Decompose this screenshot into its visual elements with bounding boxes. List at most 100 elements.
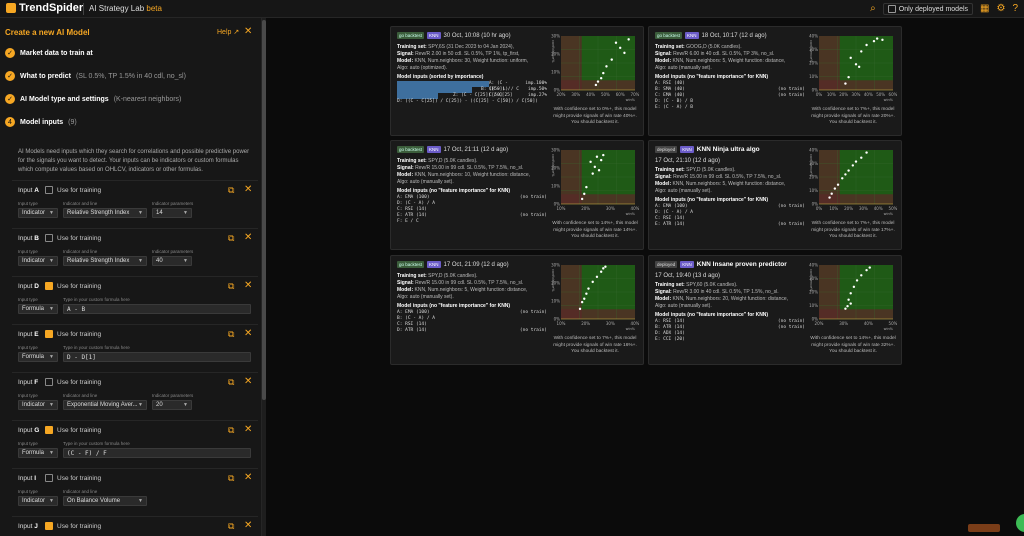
model-line: Model: KNN, Num.neighbors: 20, Weight fu… bbox=[655, 296, 805, 303]
status-badge[interactable]: go backtest bbox=[397, 32, 425, 39]
gear-icon[interactable]: ⚙ bbox=[996, 4, 1005, 14]
y-tick-label: 30% bbox=[551, 148, 560, 153]
apps-grid-icon[interactable]: ▦ bbox=[980, 4, 989, 14]
input-type-select[interactable]: Formula ▼ bbox=[18, 304, 58, 314]
y-tick-label: 0% bbox=[812, 317, 819, 322]
sidebar-scrollbar[interactable] bbox=[262, 18, 266, 536]
input-key: D: bbox=[655, 210, 661, 215]
input-type-select[interactable]: Indicator ▼ bbox=[18, 496, 58, 506]
bottom-action-button[interactable] bbox=[968, 524, 1000, 532]
model-card[interactable]: go backtest KNN 17 Oct, 21:11 (12 d ago)… bbox=[390, 140, 644, 250]
step-model-inputs[interactable]: 4 Model inputs (9) bbox=[5, 117, 77, 127]
status-badge[interactable]: go backtest bbox=[397, 261, 425, 268]
meta-value: KNN, Num.neighbors: 10, Weight function:… bbox=[414, 172, 531, 178]
check-icon: ✓ bbox=[5, 94, 15, 104]
x-tick-label: 10% bbox=[557, 321, 566, 326]
input-expr: RSI (14) bbox=[405, 207, 427, 212]
input-key: A: bbox=[397, 195, 403, 200]
copy-icon[interactable]: ⧉ bbox=[228, 281, 234, 292]
status-badge[interactable]: deployed bbox=[655, 261, 678, 268]
confidence-winrate-chart: 0% 10% 20% 30% 40% 50%0%10%20%30%40%confidenc… bbox=[809, 148, 897, 216]
only-deployed-toggle[interactable]: Only deployed models bbox=[882, 3, 974, 15]
copy-icon[interactable]: ⧉ bbox=[228, 233, 234, 244]
copy-icon[interactable]: ⧉ bbox=[228, 377, 234, 388]
use-for-training-checkbox[interactable] bbox=[45, 522, 53, 530]
copy-icon[interactable]: ⧉ bbox=[228, 521, 234, 532]
indicator-select[interactable]: Relative Strength Index ▼ bbox=[63, 256, 147, 266]
model-name[interactable]: KNN Ninja ultra algo bbox=[697, 146, 760, 153]
step-market-data[interactable]: ✓ Market data to train at bbox=[5, 48, 93, 58]
copy-icon[interactable]: ⧉ bbox=[228, 329, 234, 340]
indicator-select[interactable]: Exponential Moving Aver... ▼ bbox=[63, 400, 147, 410]
close-icon[interactable]: ✕ bbox=[244, 376, 252, 387]
use-for-training-checkbox[interactable] bbox=[45, 282, 53, 290]
formula-input[interactable]: D - D[1] bbox=[63, 352, 251, 362]
input-type-select[interactable]: Indicator ▼ bbox=[18, 400, 58, 410]
x-tick-label: 40% bbox=[864, 92, 873, 97]
indicator-select[interactable]: On Balance Volume ▼ bbox=[63, 496, 147, 506]
model-card[interactable]: go backtest KNN 18 Oct, 10:17 (12 d ago)… bbox=[648, 26, 902, 136]
input-expr: ATR (14) bbox=[663, 325, 685, 330]
data-point bbox=[627, 38, 630, 41]
check-icon: ✓ bbox=[5, 48, 15, 58]
status-badge[interactable]: go backtest bbox=[655, 32, 683, 39]
signal-line: Signal: Rew/R 15.00 in 99 cdl. SL 0.5%, … bbox=[397, 280, 547, 287]
help-link[interactable]: Help ↗ bbox=[217, 28, 239, 36]
copy-icon[interactable]: ⧉ bbox=[228, 425, 234, 436]
input-type-select[interactable]: Indicator ▼ bbox=[18, 256, 58, 266]
use-for-training-checkbox[interactable] bbox=[45, 378, 53, 386]
use-for-training-checkbox[interactable] bbox=[45, 186, 53, 194]
model-input-row: E: ATR (14) (no train) bbox=[655, 222, 805, 228]
chat-bubble-icon[interactable] bbox=[1016, 514, 1024, 532]
model-card[interactable]: go backtest KNN 17 Oct, 21:09 (12 d ago)… bbox=[390, 255, 644, 365]
model-name[interactable]: KNN Insane proven predictor bbox=[697, 261, 787, 268]
help-icon[interactable]: ? bbox=[1012, 4, 1018, 14]
status-badge[interactable]: go backtest bbox=[397, 146, 425, 153]
use-for-training-checkbox[interactable] bbox=[45, 426, 53, 434]
x-tick-label: 50% bbox=[876, 92, 885, 97]
model-card[interactable]: deployed KNN KNN Insane proven predictor… bbox=[648, 255, 902, 365]
input-row: Input J Use for training ⧉ ✕ Input type … bbox=[12, 516, 258, 536]
copy-icon[interactable]: ⧉ bbox=[228, 473, 234, 484]
model-line: Model: KNN, Num.neighbors: 5, Weight fun… bbox=[655, 58, 805, 65]
input-type-select[interactable]: Formula ▼ bbox=[18, 448, 58, 458]
close-icon[interactable]: ✕ bbox=[244, 184, 252, 195]
only-deployed-checkbox[interactable] bbox=[887, 5, 896, 13]
close-icon[interactable]: ✕ bbox=[244, 520, 252, 531]
select-value: Relative Strength Index bbox=[67, 210, 130, 216]
input-type-select[interactable]: Formula ▼ bbox=[18, 352, 58, 362]
close-icon[interactable]: ✕ bbox=[244, 280, 252, 291]
use-for-training-checkbox[interactable] bbox=[45, 330, 53, 338]
input-type-select[interactable]: Indicator ▼ bbox=[18, 208, 58, 218]
close-icon[interactable]: ✕ bbox=[244, 26, 252, 37]
data-point bbox=[596, 80, 600, 83]
trendspider-logo[interactable]: TrendSpider bbox=[6, 2, 83, 14]
indicator-select[interactable]: Relative Strength Index ▼ bbox=[63, 208, 147, 218]
model-card[interactable]: go backtest KNN 30 Oct, 10:08 (10 hr ago… bbox=[390, 26, 644, 136]
step-what-to-predict[interactable]: ✓ What to predict (SL 0.5%, TP 1.5% in 4… bbox=[5, 71, 186, 81]
use-for-training-checkbox[interactable] bbox=[45, 474, 53, 482]
close-icon[interactable]: ✕ bbox=[244, 424, 252, 435]
close-icon[interactable]: ✕ bbox=[244, 472, 252, 483]
formula-input[interactable]: A - B bbox=[63, 304, 251, 314]
close-icon[interactable]: ✕ bbox=[244, 232, 252, 243]
model-card[interactable]: deployed KNN KNN Ninja ultra algo 17 Oct… bbox=[648, 140, 902, 250]
chevron-down-icon: ▼ bbox=[138, 402, 143, 408]
search-icon[interactable]: ⌕ bbox=[870, 4, 876, 14]
formula-input[interactable]: (C - F) / F bbox=[63, 448, 251, 458]
close-icon[interactable]: ✕ bbox=[244, 328, 252, 339]
input-row: Input G Use for training ⧉ ✕ Input type … bbox=[12, 420, 258, 466]
copy-icon[interactable]: ⧉ bbox=[228, 185, 234, 196]
step-model-type[interactable]: ✓ AI Model type and settings (K-nearest … bbox=[5, 94, 181, 104]
input-key: E: bbox=[397, 213, 403, 218]
params-select[interactable]: 40 ▼ bbox=[152, 256, 192, 266]
use-for-training-checkbox[interactable] bbox=[45, 234, 53, 242]
params-select[interactable]: 20 ▼ bbox=[152, 400, 192, 410]
scroll-thumb[interactable] bbox=[262, 20, 266, 400]
logo-icon bbox=[6, 3, 16, 13]
formula-value: D - D[1] bbox=[67, 353, 96, 361]
meta-key: Model: bbox=[655, 296, 672, 302]
status-badge[interactable]: deployed bbox=[655, 146, 678, 153]
model-line: Model: KNN, Num.neighbors: 5, Weight fun… bbox=[397, 287, 547, 294]
params-select[interactable]: 14 ▼ bbox=[152, 208, 192, 218]
